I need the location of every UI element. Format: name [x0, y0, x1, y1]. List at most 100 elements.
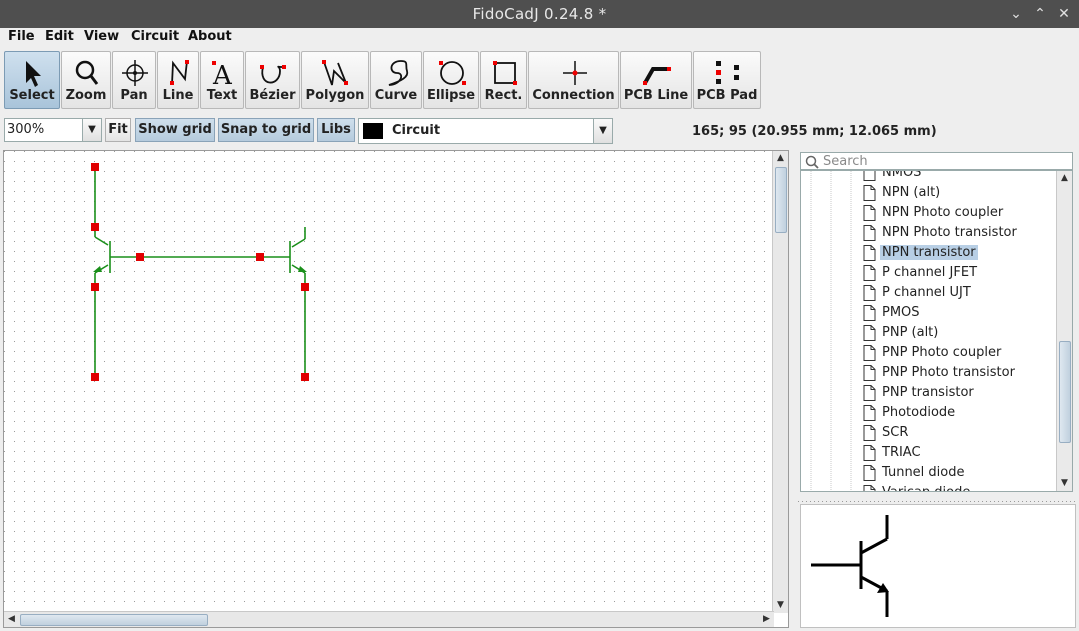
library-search-field[interactable]: Search	[800, 152, 1073, 170]
rectangle-tool-icon	[493, 61, 517, 85]
selection-handle[interactable]	[136, 253, 144, 261]
rectangle-tool-button[interactable]: Rect.	[480, 51, 527, 109]
library-item[interactable]: NMOS	[863, 171, 1053, 183]
rectangle-tool-label: Rect.	[484, 88, 523, 103]
scroll-thumb[interactable]	[20, 614, 208, 626]
library-item[interactable]: P channel UJT	[863, 283, 1053, 303]
line-tool-label: Line	[162, 88, 194, 103]
library-item[interactable]: TRIAC	[863, 443, 1053, 463]
library-item[interactable]: Varicap diode	[863, 483, 1053, 491]
scroll-right-icon[interactable]: ▶	[759, 612, 774, 627]
layer-name: Circuit	[392, 123, 441, 138]
canvas-horizontal-scrollbar[interactable]: ◀ ▶	[4, 611, 774, 627]
library-item-label: PNP transistor	[882, 385, 974, 400]
library-item[interactable]: Tunnel diode	[863, 463, 1053, 483]
maximize-icon[interactable]: ⌃	[1030, 4, 1050, 24]
circuit-drawing	[4, 151, 774, 613]
library-tree[interactable]: NMOS NPN (alt) NPN Photo coupler NPN Photo …	[800, 170, 1073, 492]
connection-tool-button[interactable]: Connection	[528, 51, 619, 109]
bezier-tool-button[interactable]: Bézier	[245, 51, 300, 109]
pcb-line-tool-button[interactable]: PCB Line	[620, 51, 692, 109]
library-item[interactable]: PNP Photo coupler	[863, 343, 1053, 363]
zoom-combobox[interactable]: 300% ▼	[4, 118, 102, 142]
show-grid-toggle[interactable]: Show grid	[135, 118, 215, 142]
pcb-pad-tool-button[interactable]: PCB Pad	[693, 51, 761, 109]
text-tool-icon: A	[212, 61, 233, 89]
menu-view[interactable]: View	[84, 29, 119, 44]
library-item[interactable]: PNP Photo transistor	[863, 363, 1053, 383]
selection-handle[interactable]	[91, 163, 99, 171]
selection-handle[interactable]	[301, 373, 309, 381]
ellipse-tool-button[interactable]: Ellipse	[423, 51, 479, 109]
line-tool-button[interactable]: Line	[157, 51, 199, 109]
document-icon	[863, 425, 876, 441]
library-item[interactable]: NPN Photo transistor	[863, 223, 1053, 243]
library-item-label: NPN Photo coupler	[882, 205, 1004, 220]
selection-handle[interactable]	[256, 253, 264, 261]
fit-button[interactable]: Fit	[105, 118, 131, 142]
chevron-down-icon[interactable]: ▼	[593, 119, 612, 143]
panel-splitter[interactable]	[798, 494, 1077, 504]
scroll-thumb[interactable]	[775, 167, 787, 233]
minimize-icon[interactable]: ⌄	[1006, 4, 1026, 24]
library-item[interactable]: P channel JFET	[863, 263, 1053, 283]
scroll-up-icon[interactable]: ▲	[1057, 171, 1072, 186]
libs-toggle[interactable]: Libs	[317, 118, 355, 142]
document-icon	[863, 385, 876, 401]
pan-crosshair-icon	[122, 60, 148, 86]
menu-edit[interactable]: Edit	[45, 29, 74, 44]
layer-combobox[interactable]: Circuit ▼	[358, 118, 613, 144]
menu-about[interactable]: About	[188, 29, 232, 44]
library-item[interactable]: NPN Photo coupler	[863, 203, 1053, 223]
pan-tool-label: Pan	[120, 88, 148, 103]
library-item-label: PNP (alt)	[882, 325, 939, 340]
text-tool-button[interactable]: A Text	[200, 51, 244, 109]
menu-circuit[interactable]: Circuit	[131, 29, 179, 44]
library-item[interactable]: NPN transistor	[863, 243, 1053, 263]
document-icon	[863, 325, 876, 341]
scroll-left-icon[interactable]: ◀	[4, 612, 19, 627]
library-scrollbar[interactable]: ▲ ▼	[1056, 171, 1072, 491]
document-icon	[863, 405, 876, 421]
toolbar: Select Zoom Pan Line A Text Bézier Polyg…	[0, 49, 1079, 113]
scroll-down-icon[interactable]: ▼	[773, 598, 788, 613]
library-item-label: Tunnel diode	[882, 465, 965, 480]
library-item[interactable]: SCR	[863, 423, 1053, 443]
chevron-down-icon[interactable]: ▼	[82, 119, 101, 141]
bezier-tool-label: Bézier	[249, 88, 296, 103]
title-bar: FidoCadJ 0.24.8 * ⌄ ⌃ ✕	[0, 0, 1079, 28]
scroll-up-icon[interactable]: ▲	[773, 151, 788, 166]
selection-handle[interactable]	[91, 283, 99, 291]
select-tool-button[interactable]: Select	[4, 51, 60, 109]
document-icon	[863, 185, 876, 201]
scroll-thumb[interactable]	[1059, 341, 1071, 443]
selection-handle[interactable]	[301, 283, 309, 291]
library-item[interactable]: NPN (alt)	[863, 183, 1053, 203]
menu-file[interactable]: File	[8, 29, 35, 44]
text-tool-label: Text	[206, 88, 238, 103]
document-icon	[863, 345, 876, 361]
zoom-tool-button[interactable]: Zoom	[61, 51, 111, 109]
selection-handle[interactable]	[91, 373, 99, 381]
polygon-tool-button[interactable]: Polygon	[301, 51, 369, 109]
selection-handle[interactable]	[91, 223, 99, 231]
pcb-pad-tool-label: PCB Pad	[696, 88, 758, 103]
library-item[interactable]: PNP transistor	[863, 383, 1053, 403]
bezier-tool-icon	[260, 65, 286, 84]
pcb-line-tool-label: PCB Line	[623, 88, 689, 103]
library-item[interactable]: PMOS	[863, 303, 1053, 323]
library-item-label: TRIAC	[882, 445, 921, 460]
snap-to-grid-toggle[interactable]: Snap to grid	[218, 118, 314, 142]
document-icon	[863, 225, 876, 241]
scroll-down-icon[interactable]: ▼	[1057, 476, 1072, 491]
menu-bar: File Edit View Circuit About	[0, 28, 1079, 48]
drawing-canvas[interactable]	[4, 151, 774, 613]
magnifier-icon	[75, 60, 99, 85]
pan-tool-button[interactable]: Pan	[112, 51, 156, 109]
close-icon[interactable]: ✕	[1054, 4, 1074, 24]
library-item-label: PMOS	[882, 305, 920, 320]
canvas-vertical-scrollbar[interactable]: ▲ ▼	[772, 151, 788, 613]
library-item[interactable]: PNP (alt)	[863, 323, 1053, 343]
curve-tool-button[interactable]: Curve	[370, 51, 422, 109]
library-item[interactable]: Photodiode	[863, 403, 1053, 423]
